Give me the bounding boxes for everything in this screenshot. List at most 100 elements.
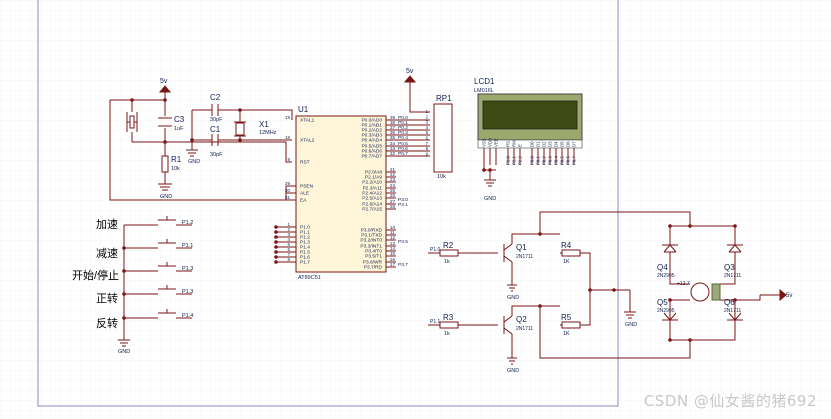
mcu-pin-name: P3.5/T1	[365, 254, 382, 260]
mcu-pin-name: P2.2/A10	[362, 180, 382, 186]
wire-junction	[122, 292, 126, 296]
mcu-pin-number: 15	[390, 251, 396, 256]
lcd-ref: LCD1	[474, 77, 495, 86]
lcd-pin-name: RS	[506, 141, 511, 147]
c1-ref: C1	[210, 125, 221, 134]
wire-junction	[238, 108, 242, 112]
r3-ref: R3	[443, 313, 454, 322]
lcd-net-label: P0.2	[542, 156, 547, 165]
gnd-label-q2: GND	[507, 368, 519, 374]
lcd-net-label: P2.1	[512, 156, 517, 165]
mcu-pin-name: P3.7/RD	[364, 265, 383, 271]
q6-part: 2N1711	[724, 308, 741, 314]
wire-junction	[274, 230, 278, 234]
c3-ref: C3	[174, 115, 185, 124]
mcu-pin-number: 18	[285, 135, 291, 140]
lcd-net-label: P0.5	[560, 156, 565, 165]
q5-ref: Q5	[657, 298, 668, 307]
mcu-pin-number: 35	[390, 135, 396, 140]
motor-label: +12.7	[677, 281, 690, 287]
p0-net-label: P0.7	[398, 151, 408, 157]
q3-ref: Q3	[724, 263, 735, 272]
r2-net: P1.0	[430, 247, 441, 253]
wire-junction	[130, 98, 134, 102]
lcd-net-label: P0.3	[548, 156, 553, 165]
gnd-label-driver: GND	[625, 322, 637, 328]
button-label-forward: 正转	[96, 291, 118, 305]
lcd-net-label: P0.0	[530, 156, 535, 165]
supply-label-1: 5v	[160, 78, 168, 85]
gnd-label-reset: GND	[160, 194, 172, 200]
c3-value: 1uF	[174, 126, 184, 132]
lcd-net-label: P0.4	[554, 156, 559, 165]
watermark: CSDN @仙女酱的猪692	[643, 392, 817, 410]
lcd-pin-name: VSS	[482, 138, 487, 147]
r5-ref: R5	[561, 313, 572, 322]
wire-junction	[733, 298, 737, 302]
q4-part: 2N2905	[657, 273, 675, 279]
lcd-pin-name: D1	[536, 141, 541, 147]
wire-junction	[274, 255, 278, 259]
wire-junction	[274, 245, 278, 249]
lcd-pin-name: D5	[560, 141, 565, 147]
wire-junction	[190, 138, 194, 142]
r4-value: 1K	[563, 259, 570, 265]
mcu-pin-name: P1.7	[300, 260, 310, 266]
wire-junction	[274, 240, 278, 244]
mcu-pin-name: P3.2/INT0	[360, 238, 382, 244]
wire-junction	[668, 338, 672, 342]
mcu-pin-name: XTAL2	[300, 138, 315, 144]
lcd-pin-name: E	[518, 144, 523, 147]
lcd-net-label: P2.2	[518, 156, 523, 165]
mcu-pin-number: 19	[285, 115, 291, 120]
schematic-canvas: 5v 5v 5v C3 1uF R1 10k GND C2 30pF C1 30…	[0, 0, 831, 419]
wire-junction	[488, 168, 492, 172]
wire-junction	[274, 225, 278, 229]
mcu-ref: U1	[298, 105, 309, 114]
wire-junction	[688, 224, 692, 228]
lcd-pin-name: D4	[554, 141, 559, 147]
wire-junction	[588, 288, 592, 292]
r2-ref: R2	[443, 241, 454, 250]
mcu-pin-number: 26	[390, 193, 396, 198]
gnd-label-crystal: GND	[188, 159, 200, 165]
q1-ref: Q1	[516, 243, 527, 252]
lcd-net-label: P2.0	[506, 156, 511, 165]
wire-junction	[163, 98, 167, 102]
mcu-pin-number: 12	[390, 235, 396, 240]
supply-label-3: 5v	[786, 293, 792, 299]
wire-junction	[612, 288, 616, 292]
gnd-label-lcd: GND	[484, 196, 496, 202]
mcu-pin-number: 32	[390, 151, 396, 156]
wire-junction	[482, 168, 486, 172]
wire-junction	[733, 224, 737, 228]
gnd-label-q1: GND	[507, 295, 519, 301]
lcd-pin-name: D0	[530, 141, 535, 147]
q3-part: 2N1711	[724, 273, 741, 279]
button-net-speed-up: P1.2	[182, 220, 193, 226]
wire-junction	[538, 232, 542, 236]
p0-net-labels: P0.0P0.1P0.2P0.3P0.4P0.5P0.6P0.7	[398, 115, 408, 157]
r3-value: 1k	[444, 331, 450, 337]
wire-junction	[668, 298, 672, 302]
r2-value: 1k	[444, 259, 450, 265]
mcu-pin-number: 23	[390, 177, 396, 182]
mcu-part: AT89C51	[298, 275, 321, 281]
p3-net-label: P3.7	[398, 262, 408, 268]
button-net-start-stop: P1.3	[182, 266, 193, 272]
q5-part: 2N2905	[657, 308, 675, 314]
wire-junction	[668, 224, 672, 228]
p3-net-label: P3.5	[398, 239, 408, 245]
lcd-pin-name: D6	[566, 141, 571, 147]
mcu-pin-name: P2.7/A15	[362, 207, 382, 213]
mcu-pin-name: P2.5/A13	[362, 196, 382, 202]
q2-part: 2N1711	[516, 326, 533, 332]
wire-junction	[122, 246, 126, 250]
mcu-pin-number: 29	[285, 181, 291, 186]
mcu-pin-number: 28	[390, 204, 396, 209]
x1-value: 12MHz	[259, 130, 277, 136]
q1-part: 2N1711	[516, 254, 533, 260]
mcu-pin-name: P0.7/AD7	[361, 154, 382, 160]
gnd-label-buttons: GND	[118, 349, 130, 355]
p3-net-label: P3.1	[398, 202, 408, 208]
